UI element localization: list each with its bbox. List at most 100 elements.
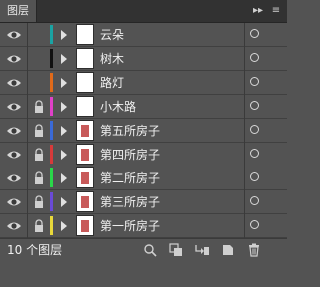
column-divider xyxy=(244,118,245,143)
column-divider xyxy=(244,190,245,215)
layer-color-swatch xyxy=(50,216,53,236)
layer-name[interactable]: 第一所房子 xyxy=(100,214,160,238)
expand-arrow-icon[interactable] xyxy=(60,149,68,161)
trash-icon[interactable] xyxy=(246,242,262,258)
column-divider xyxy=(27,46,28,71)
target-circle-icon[interactable] xyxy=(250,220,259,230)
expand-arrow-icon[interactable] xyxy=(60,77,68,89)
layer-name[interactable]: 第五所房子 xyxy=(100,119,160,143)
lock-icon[interactable] xyxy=(31,170,47,186)
layer-count: 10 个图层 xyxy=(7,243,63,257)
layer-color-swatch xyxy=(50,168,53,188)
layer-name[interactable]: 第四所房子 xyxy=(100,143,160,167)
layer-thumbnail xyxy=(76,47,94,69)
layer-row[interactable]: 小木路 xyxy=(0,94,287,119)
layer-color-swatch xyxy=(50,192,53,212)
panel-titlebar: 图层 ▸▸ ≡ xyxy=(0,0,287,23)
eye-icon[interactable] xyxy=(6,147,22,163)
column-divider xyxy=(244,94,245,119)
panel-menu-button[interactable]: ≡ xyxy=(268,3,284,19)
layer-list: 云朵 树木 路灯 小木路 第五所房子 第四所房子 第二所房子 第三所房子 第一所… xyxy=(0,23,287,263)
lock-icon[interactable] xyxy=(31,123,47,139)
eye-icon[interactable] xyxy=(6,75,22,91)
collapse-panel-button[interactable]: ▸▸ xyxy=(250,3,266,19)
target-circle-icon[interactable] xyxy=(250,29,259,38)
expand-arrow-icon[interactable] xyxy=(60,172,68,184)
layer-thumbnail xyxy=(76,24,94,45)
layer-thumbnail xyxy=(76,167,94,189)
lock-toggle[interactable] xyxy=(31,51,47,67)
layer-thumbnail xyxy=(76,215,94,237)
lock-icon[interactable] xyxy=(31,99,47,115)
layer-name[interactable]: 小木路 xyxy=(100,95,136,119)
layer-row[interactable]: 第一所房子 xyxy=(0,214,287,239)
lock-icon[interactable] xyxy=(31,218,47,234)
target-circle-icon[interactable] xyxy=(250,148,259,158)
expand-arrow-icon[interactable] xyxy=(60,29,68,41)
target-circle-icon[interactable] xyxy=(250,76,259,86)
eye-icon[interactable] xyxy=(6,194,22,210)
new-sublayer-icon[interactable] xyxy=(194,242,210,258)
layer-row[interactable]: 云朵 xyxy=(0,23,287,47)
lock-toggle[interactable] xyxy=(31,27,47,43)
panel-empty-area xyxy=(0,261,287,287)
column-divider xyxy=(27,190,28,215)
layer-color-swatch xyxy=(50,25,53,44)
column-divider xyxy=(244,23,245,47)
eye-icon[interactable] xyxy=(6,99,22,115)
lock-toggle[interactable] xyxy=(31,75,47,91)
column-divider xyxy=(27,70,28,95)
layer-color-swatch xyxy=(50,48,53,68)
target-circle-icon[interactable] xyxy=(250,52,259,62)
expand-arrow-icon[interactable] xyxy=(60,53,68,65)
layer-name[interactable]: 树木 xyxy=(100,47,124,71)
column-divider xyxy=(27,214,28,239)
layer-thumbnail xyxy=(76,191,94,213)
column-divider xyxy=(244,46,245,71)
column-divider xyxy=(27,166,28,191)
eye-icon[interactable] xyxy=(6,170,22,186)
column-divider xyxy=(244,70,245,95)
layer-thumbnail xyxy=(76,71,94,93)
layer-color-swatch xyxy=(50,144,53,164)
layer-thumbnail xyxy=(76,95,94,117)
column-divider xyxy=(244,166,245,191)
layer-row[interactable]: 路灯 xyxy=(0,70,287,95)
expand-arrow-icon[interactable] xyxy=(60,196,68,208)
panel-footer: 10 个图层 xyxy=(0,238,287,261)
lock-icon[interactable] xyxy=(31,194,47,210)
expand-arrow-icon[interactable] xyxy=(60,220,68,232)
layers-panel: 图层 ▸▸ ≡ 云朵 树木 路灯 小木路 第五所房子 第四所房子 第二所房子 第… xyxy=(0,0,287,287)
expand-arrow-icon[interactable] xyxy=(60,101,68,113)
eye-icon[interactable] xyxy=(6,51,22,67)
clipping-mask-icon[interactable] xyxy=(168,242,184,258)
layer-row[interactable]: 第三所房子 xyxy=(0,190,287,215)
layer-thumbnail xyxy=(76,119,94,141)
eye-icon[interactable] xyxy=(6,123,22,139)
layer-name[interactable]: 云朵 xyxy=(100,23,124,47)
target-circle-icon[interactable] xyxy=(250,100,259,110)
eye-icon[interactable] xyxy=(6,27,22,43)
target-circle-icon[interactable] xyxy=(250,172,259,182)
layer-row[interactable]: 第二所房子 xyxy=(0,166,287,191)
layer-name[interactable]: 第二所房子 xyxy=(100,166,160,190)
search-icon[interactable] xyxy=(142,242,158,258)
target-circle-icon[interactable] xyxy=(250,124,259,134)
layer-color-swatch xyxy=(50,72,53,92)
tab-layers[interactable]: 图层 xyxy=(0,0,37,22)
layer-row[interactable]: 树木 xyxy=(0,46,287,71)
layer-color-swatch xyxy=(50,96,53,116)
column-divider xyxy=(244,142,245,167)
eye-icon[interactable] xyxy=(6,218,22,234)
column-divider xyxy=(244,214,245,239)
layer-row[interactable]: 第四所房子 xyxy=(0,142,287,167)
expand-arrow-icon[interactable] xyxy=(60,125,68,137)
new-layer-icon[interactable] xyxy=(220,242,236,258)
layer-name[interactable]: 第三所房子 xyxy=(100,190,160,214)
target-circle-icon[interactable] xyxy=(250,196,259,206)
layer-row[interactable]: 第五所房子 xyxy=(0,118,287,143)
layer-name[interactable]: 路灯 xyxy=(100,71,124,95)
column-divider xyxy=(27,118,28,143)
layer-thumbnail xyxy=(76,143,94,165)
lock-icon[interactable] xyxy=(31,147,47,163)
